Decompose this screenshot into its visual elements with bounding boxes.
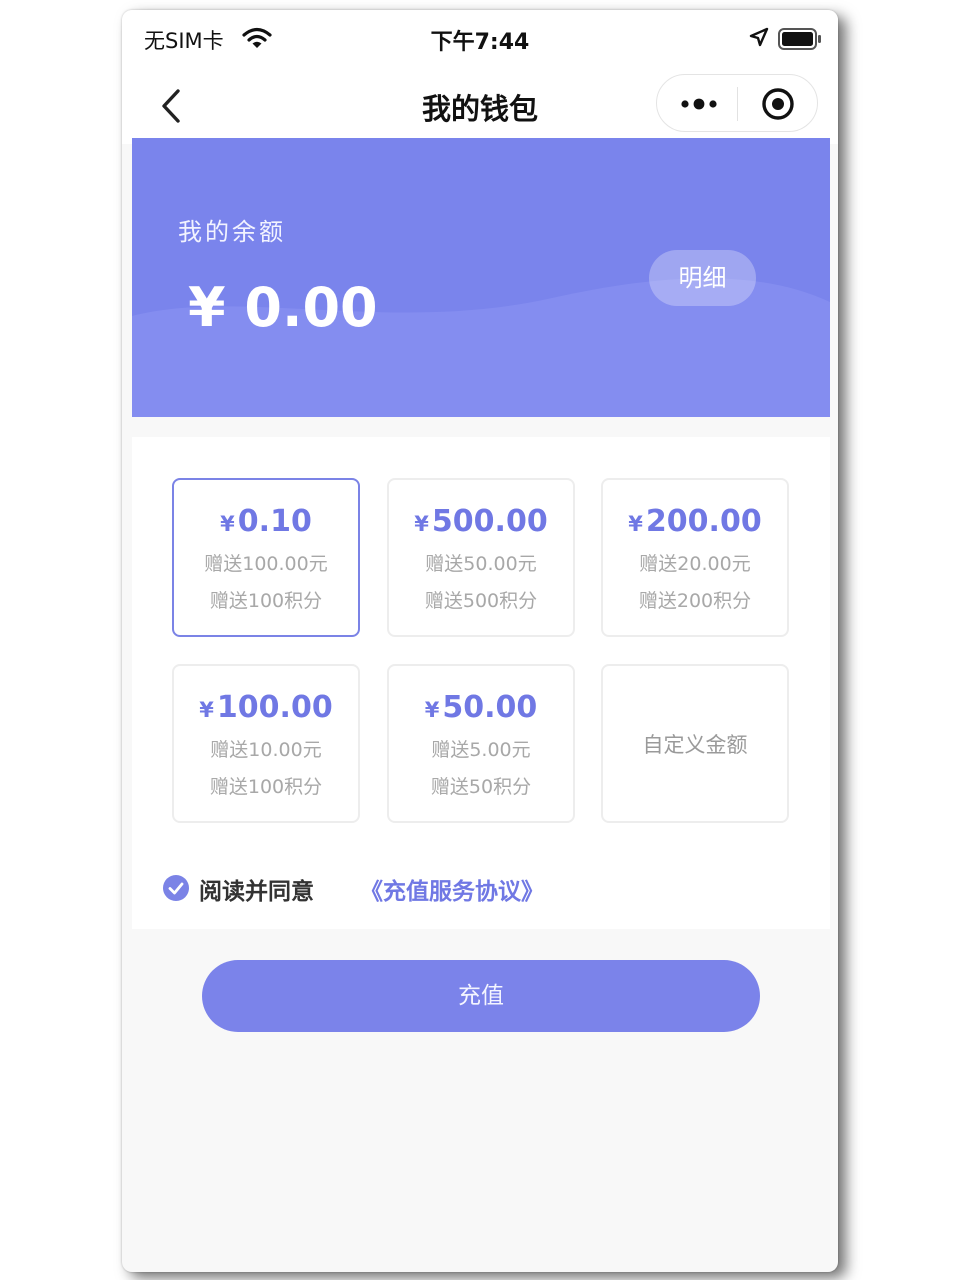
- location-icon: [749, 27, 769, 47]
- option-bonus-cash: 赠送50.00元: [425, 553, 537, 575]
- custom-amount-option[interactable]: 自定义金额: [601, 664, 789, 823]
- option-price: ¥200.00: [603, 502, 787, 544]
- yen-symbol: ¥: [424, 698, 440, 722]
- battery-icon: [778, 28, 821, 50]
- recharge-panel: ¥0.10 赠送100.00元 赠送100积分 ¥500.00 赠送50.00元…: [132, 437, 830, 929]
- detail-button[interactable]: 明细: [649, 250, 756, 306]
- recharge-option-100.00[interactable]: ¥100.00 赠送10.00元 赠送100积分: [172, 664, 360, 823]
- recharge-option-500.00[interactable]: ¥500.00 赠送50.00元 赠送500积分: [387, 478, 575, 637]
- yen-symbol: ¥: [628, 512, 643, 536]
- recharge-option-0.10[interactable]: ¥0.10 赠送100.00元 赠送100积分: [172, 478, 360, 637]
- more-icon[interactable]: [677, 91, 721, 117]
- option-bonus-points: 赠送200积分: [638, 590, 752, 612]
- target-icon[interactable]: [761, 87, 795, 121]
- check-icon[interactable]: [162, 874, 190, 902]
- recharge-button[interactable]: 充值: [202, 960, 760, 1032]
- nav-bar: 我的钱包: [122, 66, 838, 144]
- option-bonus-cash: 赠送20.00元: [639, 553, 751, 575]
- option-bonus-points: 赠送100积分: [209, 590, 323, 612]
- option-amount: 0.10: [237, 504, 312, 539]
- option-bonus-points: 赠送500积分: [424, 590, 538, 612]
- option-amount: 200.00: [645, 504, 762, 539]
- option-bonus-cash: 赠送10.00元: [210, 739, 322, 761]
- balance-banner: 我的余额 ¥ 0.00 明细: [132, 138, 830, 417]
- balance-label: 我的余额: [178, 218, 286, 246]
- status-bar: 无SIM卡 下午7:44: [122, 10, 838, 66]
- option-price: ¥0.10: [174, 502, 358, 544]
- yen-symbol: ¥: [199, 698, 214, 722]
- agreement-link[interactable]: 《充值服务协议》: [360, 872, 544, 906]
- option-price: ¥100.00: [174, 688, 358, 730]
- status-time: 下午7:44: [430, 30, 530, 55]
- yen-symbol: ¥: [414, 512, 429, 536]
- capsule-divider: [737, 87, 738, 121]
- option-price: ¥50.00: [389, 688, 573, 730]
- balance-amount: ¥ 0.00: [188, 276, 378, 339]
- option-bonus-points: 赠送50积分: [430, 776, 532, 798]
- option-bonus-points: 赠送100积分: [209, 776, 323, 798]
- option-bonus-cash: 赠送100.00元: [204, 553, 328, 575]
- option-bonus-cash: 赠送5.00元: [431, 739, 531, 761]
- agreement-text: 阅读并同意: [199, 879, 314, 905]
- phone-screen: 无SIM卡 下午7:44 我的钱包 我的余额 ¥ 0.00 明细 ¥ 0.10 …: [122, 10, 838, 1272]
- mini-program-capsule: [656, 74, 818, 132]
- option-amount: 500.00: [431, 504, 548, 539]
- recharge-option-200.00[interactable]: ¥200.00 赠送20.00元 赠送200积分: [601, 478, 789, 637]
- option-price: ¥500.00: [389, 502, 573, 544]
- option-amount: 50.00: [442, 690, 538, 725]
- option-amount: 100.00: [216, 690, 333, 725]
- custom-amount-label: 自定义金额: [642, 733, 748, 757]
- yen-symbol: ¥: [220, 512, 235, 536]
- recharge-option-50.00[interactable]: ¥50.00 赠送5.00元 赠送50积分: [387, 664, 575, 823]
